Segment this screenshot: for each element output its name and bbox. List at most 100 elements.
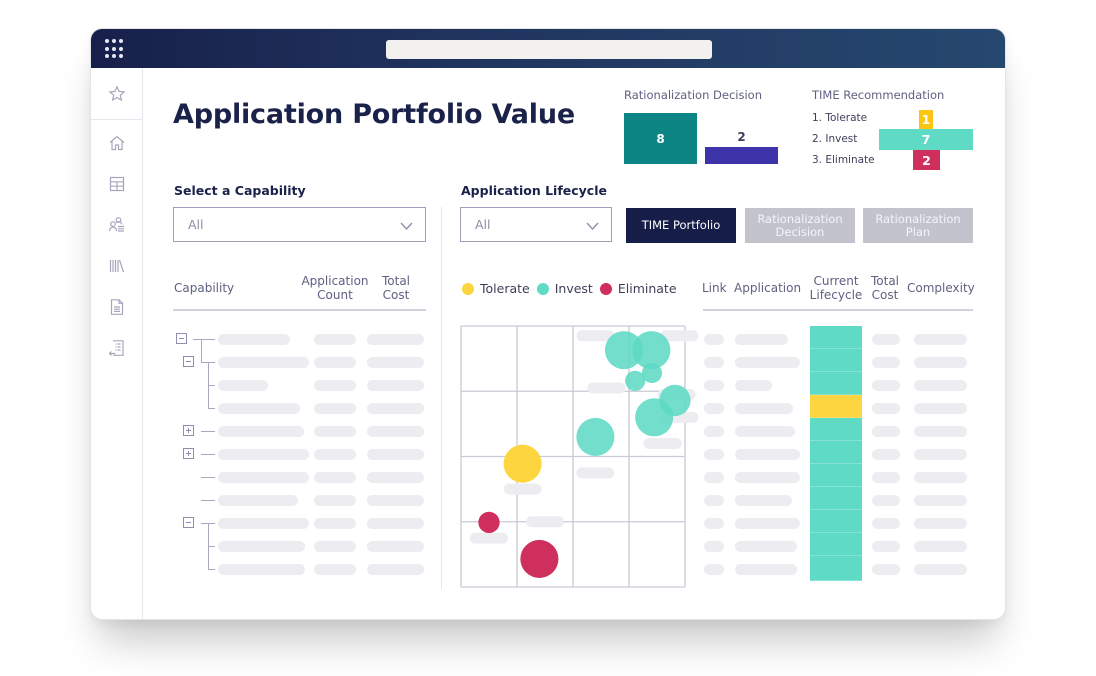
sidebar-item-table[interactable] <box>91 163 142 204</box>
chart-legend: Tolerate Invest Eliminate <box>462 281 684 296</box>
application-name-placeholder[interactable] <box>735 403 793 414</box>
lifecycle-cell-invest[interactable] <box>810 533 862 556</box>
tab-rationalization-decision[interactable]: Rationalization Decision <box>745 208 855 243</box>
link-placeholder[interactable] <box>704 472 724 483</box>
lifecycle-cell-invest[interactable] <box>810 326 862 349</box>
lifecycle-select-value: All <box>475 217 491 232</box>
application-name-placeholder[interactable] <box>735 334 788 345</box>
link-placeholder[interactable] <box>704 380 724 391</box>
link-placeholder[interactable] <box>704 518 724 529</box>
complexity-placeholder <box>914 380 967 391</box>
expand-icon[interactable] <box>183 448 194 459</box>
link-placeholder[interactable] <box>704 334 724 345</box>
link-placeholder[interactable] <box>704 541 724 552</box>
capability-select[interactable]: All <box>173 207 426 242</box>
sidebar-item-document[interactable] <box>91 286 142 327</box>
bubble-invest[interactable] <box>641 362 663 384</box>
lifecycle-cell-tolerate[interactable] <box>810 395 862 418</box>
lifecycle-cell-invest[interactable] <box>810 556 862 581</box>
lifecycle-cell-invest[interactable] <box>810 487 862 510</box>
link-placeholder[interactable] <box>704 449 724 460</box>
capability-name-placeholder[interactable] <box>218 380 268 391</box>
complexity-placeholder <box>914 472 967 483</box>
lifecycle-cell-invest[interactable] <box>810 349 862 372</box>
tab-time-portfolio[interactable]: TIME Portfolio <box>626 208 736 243</box>
legend-dot-invest <box>536 282 549 295</box>
bubble-invest[interactable] <box>576 417 615 456</box>
capability-name-placeholder[interactable] <box>218 518 309 529</box>
capability-select-value: All <box>188 217 204 232</box>
collapse-icon[interactable] <box>176 333 187 344</box>
capability-name-placeholder[interactable] <box>218 472 309 483</box>
tree-connector <box>208 569 215 571</box>
decision-bar-secondary[interactable] <box>705 147 778 164</box>
col-header-app-count[interactable]: Application Count <box>297 274 373 302</box>
sidebar-item-import[interactable] <box>91 327 142 368</box>
time-bar-eliminate[interactable]: 2 <box>913 150 940 170</box>
col-header-application[interactable]: Application <box>734 281 801 295</box>
bubble-eliminate[interactable] <box>520 539 559 578</box>
col-header-total-cost[interactable]: Total Cost <box>378 274 414 302</box>
lifecycle-cell-invest[interactable] <box>810 418 862 441</box>
application-name-placeholder[interactable] <box>735 380 772 391</box>
expand-icon[interactable] <box>183 425 194 436</box>
sidebar-item-home[interactable] <box>91 122 142 163</box>
sidebar-item-favorites[interactable] <box>91 68 142 120</box>
application-name-placeholder[interactable] <box>735 357 800 368</box>
link-placeholder[interactable] <box>704 564 724 575</box>
legend-item-eliminate[interactable]: Eliminate <box>599 281 677 296</box>
application-name-placeholder[interactable] <box>735 426 795 437</box>
capability-name-placeholder[interactable] <box>218 564 305 575</box>
col-header-total-cost[interactable]: Total Cost <box>870 274 900 302</box>
capability-name-placeholder[interactable] <box>218 403 300 414</box>
total-cost-placeholder <box>872 495 900 506</box>
capability-name-placeholder[interactable] <box>218 357 309 368</box>
application-name-placeholder[interactable] <box>735 449 800 460</box>
total-cost-placeholder <box>872 541 900 552</box>
legend-dot-eliminate <box>599 282 612 295</box>
link-placeholder[interactable] <box>704 426 724 437</box>
total-cost-placeholder <box>367 449 424 460</box>
tab-rationalization-plan[interactable]: Rationalization Plan <box>863 208 973 243</box>
application-name-placeholder[interactable] <box>735 541 797 552</box>
tree-connector <box>193 339 215 341</box>
bubble-invest[interactable] <box>635 398 674 437</box>
lifecycle-cell-invest[interactable] <box>810 441 862 464</box>
time-bar-tolerate[interactable]: 1 <box>919 110 933 129</box>
lifecycle-cell-invest[interactable] <box>810 510 862 533</box>
lifecycle-cell-invest[interactable] <box>810 464 862 487</box>
legend-item-invest[interactable]: Invest <box>536 281 593 296</box>
col-header-capability[interactable]: Capability <box>174 281 234 295</box>
col-header-current-lifecycle[interactable]: Current Lifecycle <box>808 274 864 302</box>
capability-name-placeholder[interactable] <box>218 541 305 552</box>
capability-name-placeholder[interactable] <box>218 449 309 460</box>
lifecycle-select[interactable]: All <box>460 207 612 242</box>
total-cost-placeholder <box>367 472 424 483</box>
capability-name-placeholder[interactable] <box>218 334 290 345</box>
rationalization-decision-title: Rationalization Decision <box>624 88 762 102</box>
application-name-placeholder[interactable] <box>735 564 797 575</box>
app-grid-icon[interactable] <box>105 39 125 59</box>
application-name-placeholder[interactable] <box>735 472 800 483</box>
application-name-placeholder[interactable] <box>735 518 800 529</box>
application-name-placeholder[interactable] <box>735 495 792 506</box>
sidebar-item-users[interactable] <box>91 204 142 245</box>
collapse-icon[interactable] <box>183 356 194 367</box>
address-bar[interactable] <box>386 40 712 59</box>
sidebar-item-library[interactable] <box>91 245 142 286</box>
link-placeholder[interactable] <box>704 357 724 368</box>
lifecycle-cell-invest[interactable] <box>810 372 862 395</box>
time-bar-invest[interactable]: 7 <box>879 129 973 150</box>
bubble-eliminate[interactable] <box>478 511 500 534</box>
bubble-tolerate[interactable] <box>503 444 542 483</box>
col-header-link[interactable]: Link <box>702 281 727 295</box>
link-placeholder[interactable] <box>704 495 724 506</box>
legend-item-tolerate[interactable]: Tolerate <box>462 281 530 296</box>
capability-name-placeholder[interactable] <box>218 495 298 506</box>
capability-name-placeholder[interactable] <box>218 426 304 437</box>
collapse-icon[interactable] <box>183 517 194 528</box>
col-header-complexity[interactable]: Complexity <box>907 281 975 295</box>
link-placeholder[interactable] <box>704 403 724 414</box>
decision-bar-primary[interactable]: 8 <box>624 113 697 164</box>
total-cost-placeholder <box>367 426 424 437</box>
